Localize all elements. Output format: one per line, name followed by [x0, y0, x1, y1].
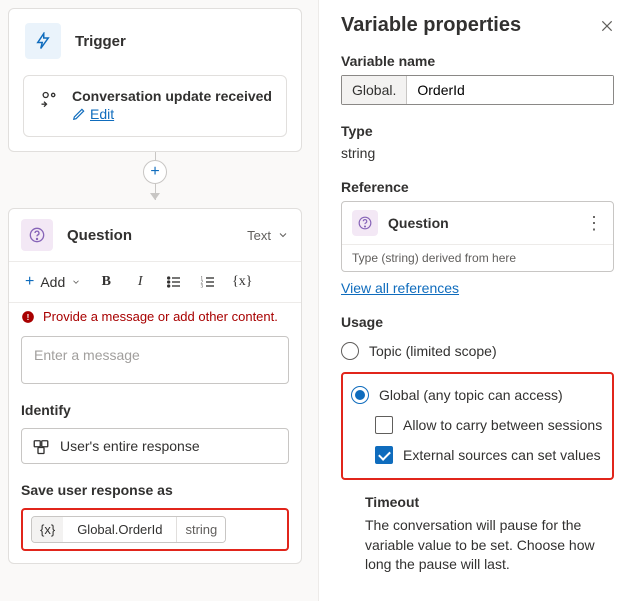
- chevron-down-icon: [277, 229, 289, 241]
- question-icon: [352, 210, 378, 236]
- variable-name: Global.OrderId: [69, 517, 170, 542]
- usage-global-radio[interactable]: Global (any topic can access): [351, 380, 604, 410]
- variable-name-field: Global.: [341, 75, 614, 105]
- trigger-header: Trigger: [9, 9, 301, 69]
- warning-text: Provide a message or add other content.: [43, 309, 278, 324]
- question-title: Question: [67, 227, 233, 244]
- identify-label: Identify: [9, 396, 301, 424]
- question-node: Question Text + Add B I 123 {x}: [8, 208, 302, 564]
- panel-title: Variable properties: [341, 14, 521, 37]
- svg-text:!: !: [27, 312, 30, 321]
- variable-button[interactable]: {x}: [227, 268, 257, 296]
- numbered-list-button[interactable]: 123: [193, 268, 223, 296]
- variable-type: string: [176, 517, 225, 542]
- add-node-button[interactable]: +: [143, 160, 167, 184]
- trigger-body: Conversation update received Edit: [23, 75, 287, 137]
- warning-row: ! Provide a message or add other content…: [9, 303, 301, 330]
- close-button[interactable]: [600, 19, 614, 33]
- checkbox-checked-icon: [375, 446, 393, 464]
- external-sources-checkbox[interactable]: External sources can set values: [375, 440, 604, 470]
- trigger-icon: [25, 23, 61, 59]
- italic-button[interactable]: I: [125, 268, 155, 296]
- usage-label: Usage: [341, 314, 614, 330]
- trigger-body-text: Conversation update received Edit: [72, 88, 272, 124]
- message-input[interactable]: Enter a message: [21, 336, 289, 384]
- identify-icon: [32, 437, 50, 455]
- conversation-update-icon: [38, 88, 60, 110]
- carry-sessions-label: Allow to carry between sessions: [403, 417, 602, 433]
- bullet-list-button[interactable]: [159, 268, 189, 296]
- question-type-dropdown[interactable]: Text: [247, 228, 289, 243]
- type-value: string: [341, 145, 614, 161]
- usage-global-label: Global (any topic can access): [379, 387, 563, 403]
- usage-topic-radio[interactable]: Topic (limited scope): [341, 336, 614, 366]
- save-response-label: Save user response as: [9, 476, 301, 504]
- reference-label: Reference: [341, 179, 614, 195]
- identify-dropdown[interactable]: User's entire response: [21, 428, 289, 464]
- pencil-icon: [72, 107, 86, 121]
- reference-more-button[interactable]: ⋮: [585, 213, 603, 234]
- canvas: Trigger Conversation update received Edi…: [0, 0, 310, 601]
- close-icon: [600, 19, 614, 33]
- add-button[interactable]: + Add: [19, 269, 87, 295]
- connector: +: [8, 152, 302, 200]
- variable-scope-prefix: Global.: [342, 76, 407, 104]
- variable-name-input[interactable]: [407, 76, 613, 104]
- bold-button[interactable]: B: [91, 268, 121, 296]
- variable-name-label: Variable name: [341, 53, 614, 69]
- variable-icon: {x}: [32, 517, 63, 542]
- trigger-event-title: Conversation update received: [72, 88, 272, 104]
- type-label: Type: [341, 123, 614, 139]
- question-header: Question Text: [9, 209, 301, 262]
- view-all-references-link[interactable]: View all references: [341, 280, 459, 296]
- question-icon: [21, 219, 53, 251]
- usage-topic-label: Topic (limited scope): [369, 343, 497, 359]
- rich-text-toolbar: + Add B I 123 {x}: [9, 262, 301, 303]
- save-response-box[interactable]: {x} Global.OrderId string: [21, 508, 289, 551]
- edit-label: Edit: [90, 106, 114, 122]
- reference-title: Question: [388, 215, 575, 231]
- usage-global-highlight: Global (any topic can access) Allow to c…: [341, 372, 614, 480]
- add-label: Add: [40, 274, 65, 290]
- identify-value: User's entire response: [60, 438, 200, 454]
- reference-card: Question ⋮ Type (string) derived from he…: [341, 201, 614, 272]
- external-sources-label: External sources can set values: [403, 447, 601, 463]
- error-icon: !: [21, 310, 35, 324]
- chevron-down-icon: [71, 277, 81, 287]
- radio-checked-icon: [351, 386, 369, 404]
- radio-icon: [341, 342, 359, 360]
- trigger-title: Trigger: [75, 33, 126, 50]
- variable-chip: {x} Global.OrderId string: [31, 516, 226, 543]
- variable-properties-panel: Variable properties Variable name Global…: [318, 0, 636, 601]
- edit-link[interactable]: Edit: [72, 106, 114, 122]
- question-type-label: Text: [247, 228, 271, 243]
- trigger-node: Trigger Conversation update received Edi…: [8, 8, 302, 152]
- timeout-description: The conversation will pause for the vari…: [365, 516, 614, 575]
- arrowhead-icon: [150, 193, 160, 200]
- timeout-label: Timeout: [365, 494, 614, 510]
- checkbox-icon: [375, 416, 393, 434]
- reference-subtext: Type (string) derived from here: [342, 244, 613, 271]
- carry-sessions-checkbox[interactable]: Allow to carry between sessions: [375, 410, 604, 440]
- svg-text:3: 3: [201, 284, 204, 289]
